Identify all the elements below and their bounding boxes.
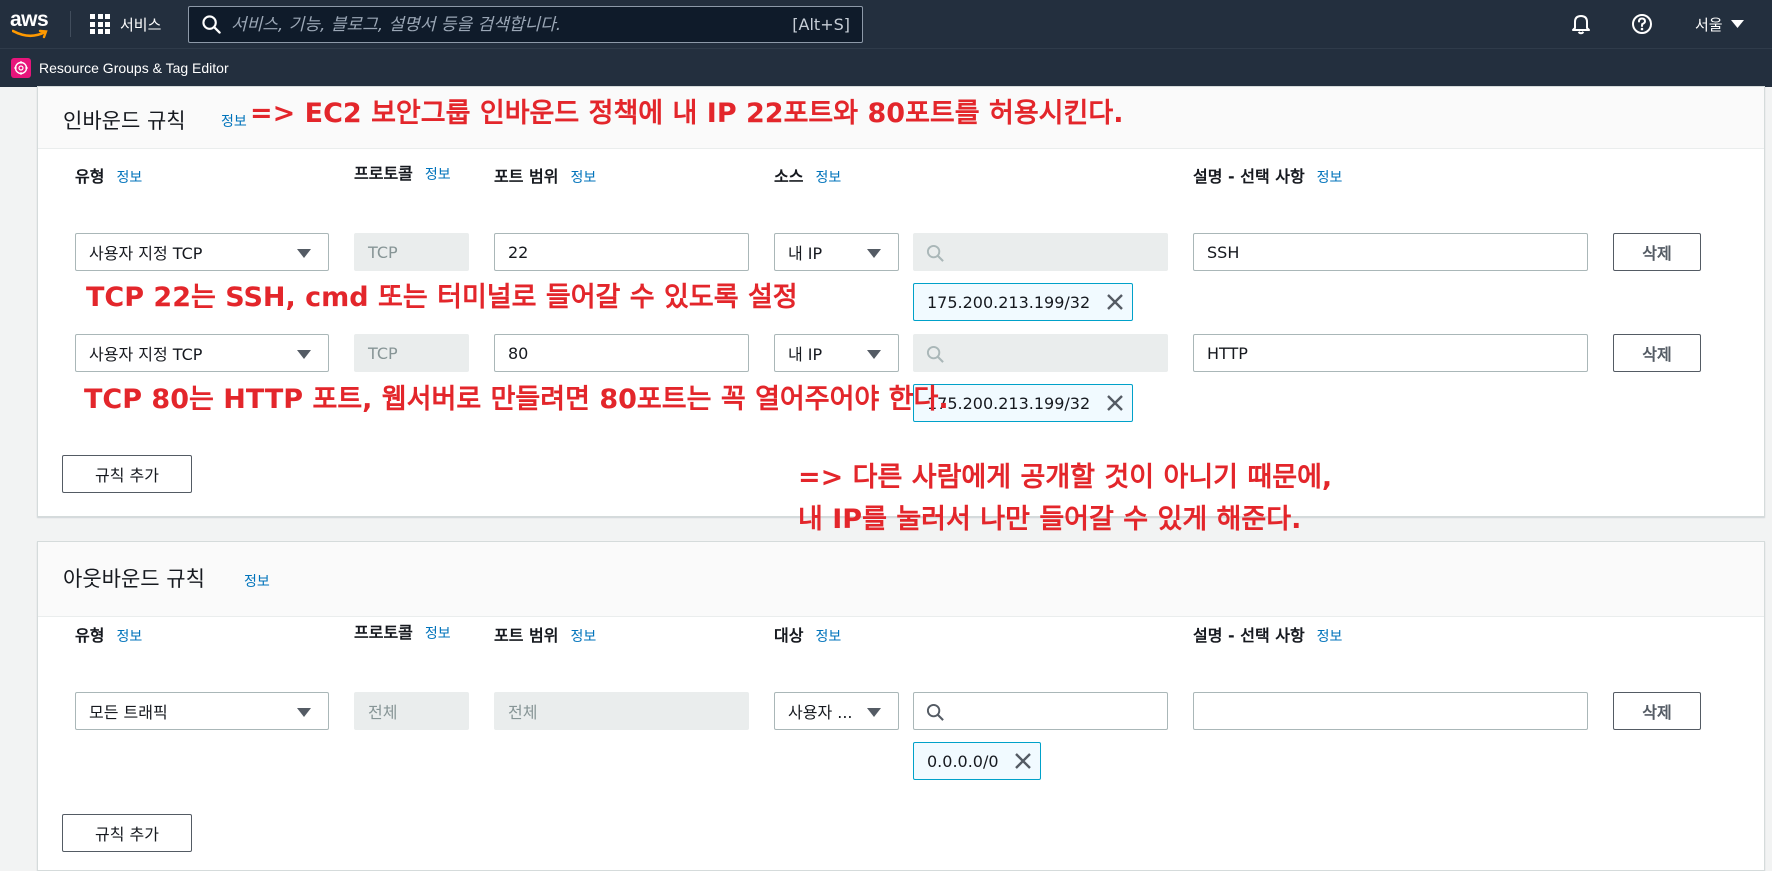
caret-down-icon — [867, 708, 881, 717]
close-icon[interactable] — [1014, 752, 1032, 770]
aws-logo[interactable]: aws — [10, 9, 50, 39]
help-button[interactable] — [1631, 0, 1653, 48]
nav-divider — [70, 11, 71, 37]
col-port-range: 포트 범위 정보 — [494, 167, 597, 186]
annotation-tcp22: TCP 22는 SSH, cmd 또는 터미널로 들어갈 수 있도록 설정 — [86, 282, 798, 313]
inbound-info-link[interactable]: 정보 — [221, 111, 247, 131]
outbound-add-rule-button[interactable]: 규칙 추가 — [62, 814, 192, 852]
aws-logo-text: aws — [10, 8, 49, 31]
caret-down-icon — [297, 708, 311, 717]
col-type: 유형 정보 — [75, 626, 143, 645]
outbound-title: 아웃바운드 규칙 — [63, 567, 205, 591]
close-icon[interactable] — [1106, 394, 1124, 412]
inbound-row1-cidr-search[interactable] — [913, 233, 1168, 271]
col-protocol: 프로토콜 정보 — [354, 623, 451, 642]
col-port-range: 포트 범위 정보 — [494, 626, 597, 645]
search-icon — [926, 244, 944, 262]
col-protocol-info[interactable]: 정보 — [425, 167, 451, 183]
services-menu-button[interactable]: 서비스 — [90, 12, 161, 36]
col-protocol-info[interactable]: 정보 — [425, 626, 451, 642]
search-icon — [202, 15, 221, 34]
grid-icon — [90, 14, 110, 34]
outbound-panel-header: 아웃바운드 규칙 정보 — [38, 542, 1764, 617]
annotation-tcp80: TCP 80는 HTTP 포트, 웹서버로 만들려면 80포트는 꼭 열어주어야… — [84, 384, 949, 415]
inbound-row1-source-select[interactable]: 내 IP — [774, 233, 899, 271]
inbound-row2-port-input[interactable]: 80 — [494, 334, 749, 372]
outbound-row1-cidr-search[interactable] — [913, 692, 1168, 730]
outbound-row1-port: 전체 — [494, 692, 749, 730]
bell-icon — [1572, 15, 1590, 35]
search-input[interactable] — [221, 7, 793, 42]
outbound-info-link[interactable]: 정보 — [244, 571, 270, 591]
inbound-row1-protocol: TCP — [354, 233, 469, 271]
col-source-info[interactable]: 정보 — [815, 170, 841, 186]
col-type-info[interactable]: 정보 — [116, 170, 142, 186]
search-icon — [926, 703, 944, 721]
caret-down-icon — [867, 350, 881, 359]
outbound-row1-destination-select[interactable]: 사용자 ... — [774, 692, 899, 730]
resource-groups-link[interactable]: Resource Groups & Tag Editor — [39, 60, 229, 76]
notifications-button[interactable] — [1570, 0, 1592, 48]
search-icon — [926, 345, 944, 363]
col-description-info[interactable]: 정보 — [1317, 629, 1343, 645]
caret-down-icon — [867, 249, 881, 258]
help-icon — [1632, 14, 1652, 34]
search-shortcut: [Alt+S] — [792, 15, 850, 34]
inbound-row2-type-select[interactable]: 사용자 지정 TCP — [75, 334, 329, 372]
caret-down-icon — [297, 350, 311, 359]
inbound-row1-cidr-token: 175.200.213.199/32 — [913, 283, 1133, 321]
resource-groups-icon — [11, 58, 31, 78]
col-port-info[interactable]: 정보 — [570, 170, 596, 186]
col-destination: 대상 정보 — [774, 626, 842, 645]
services-label: 서비스 — [120, 15, 162, 34]
annotation-my-ip-2: 내 IP를 눌러서 나만 들어갈 수 있게 해준다. — [798, 504, 1302, 535]
annotation-my-ip-1: => 다른 사람에게 공개할 것이 아니기 때문에, — [798, 462, 1333, 493]
col-protocol: 프로토콜 정보 — [354, 164, 451, 183]
inbound-row2-delete-button[interactable]: 삭제 — [1613, 334, 1701, 372]
inbound-row1-type-select[interactable]: 사용자 지정 TCP — [75, 233, 329, 271]
col-description-info[interactable]: 정보 — [1317, 170, 1343, 186]
inbound-row1-delete-button[interactable]: 삭제 — [1613, 233, 1701, 271]
outbound-row1-delete-button[interactable]: 삭제 — [1613, 692, 1701, 730]
inbound-add-rule-button[interactable]: 규칙 추가 — [62, 455, 192, 493]
outbound-row1-cidr-token: 0.0.0.0/0 — [913, 742, 1041, 780]
col-description: 설명 - 선택 사항 정보 — [1193, 167, 1343, 186]
col-type: 유형 정보 — [75, 167, 143, 186]
col-description: 설명 - 선택 사항 정보 — [1193, 626, 1343, 645]
global-search[interactable]: [Alt+S] — [188, 6, 863, 43]
outbound-rules-panel: 아웃바운드 규칙 정보 유형 정보 프로토콜 정보 포트 범위 정보 대상 정보 설명 … — [37, 541, 1765, 871]
inbound-row2-protocol: TCP — [354, 334, 469, 372]
close-icon[interactable] — [1106, 293, 1124, 311]
col-port-info[interactable]: 정보 — [570, 629, 596, 645]
col-source: 소스 정보 — [774, 167, 842, 186]
col-type-info[interactable]: 정보 — [116, 629, 142, 645]
region-selector[interactable]: 서울 — [1695, 0, 1744, 48]
inbound-row1-description-input[interactable]: SSH — [1193, 233, 1588, 271]
inbound-row2-description-input[interactable]: HTTP — [1193, 334, 1588, 372]
caret-down-icon — [1730, 19, 1744, 28]
region-label: 서울 — [1695, 15, 1723, 34]
outbound-row1-description-input[interactable] — [1193, 692, 1588, 730]
outbound-row1-type-select[interactable]: 모든 트래픽 — [75, 692, 329, 730]
caret-down-icon — [297, 249, 311, 258]
inbound-title: 인바운드 규칙 — [63, 109, 186, 133]
inbound-row2-source-select[interactable]: 내 IP — [774, 334, 899, 372]
col-destination-info[interactable]: 정보 — [815, 629, 841, 645]
outbound-row1-protocol: 전체 — [354, 692, 469, 730]
inbound-row1-port-input[interactable]: 22 — [494, 233, 749, 271]
annotation-inbound-policy: => EC2 보안그룹 인바운드 정책에 내 IP 22포트와 80포트를 허용… — [250, 98, 1124, 129]
favorites-bar: Resource Groups & Tag Editor — [0, 48, 1772, 87]
inbound-row2-cidr-search[interactable] — [913, 334, 1168, 372]
aws-smile-icon — [12, 29, 48, 39]
top-navigation: aws 서비스 [Alt+S] 서울 — [0, 0, 1772, 48]
